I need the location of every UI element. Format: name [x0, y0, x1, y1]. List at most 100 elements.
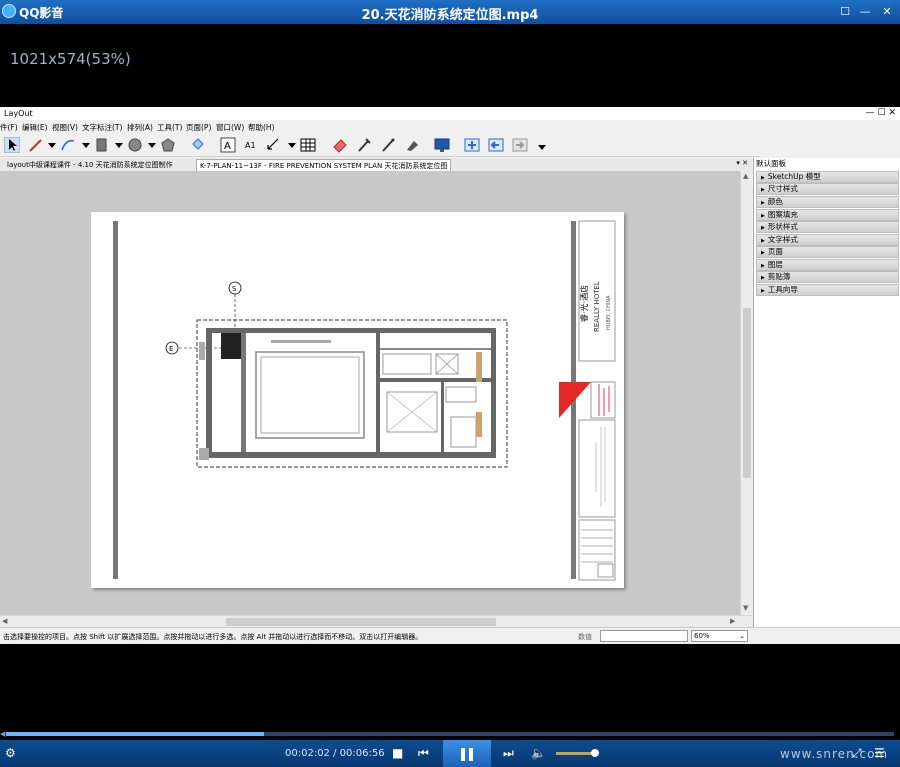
add-page-icon[interactable] — [464, 137, 480, 153]
tab-fire-prevention-plan[interactable]: K-7-PLAN-11~13F - FIRE PREVENTION SYSTEM… — [196, 159, 452, 171]
expand-triangle-icon: ▶ — [761, 275, 765, 281]
rectangle-dropdown-icon[interactable] — [111, 137, 127, 153]
line-tool-icon[interactable] — [28, 137, 44, 153]
playback-progress-bar[interactable] — [6, 732, 894, 736]
pause-icon-bar — [469, 748, 473, 761]
menu-tools[interactable]: 工具(T) — [157, 122, 182, 133]
expand-triangle-icon: ▶ — [761, 250, 765, 256]
menu-pages[interactable]: 页面(P) — [186, 122, 211, 133]
vertical-scrollbar[interactable]: ▲ ▼ — [740, 171, 752, 615]
dimension-tool-icon[interactable] — [266, 137, 282, 153]
layout-menu-bar: 件(F) 编辑(E) 视图(V) 文字标注(T) 排列(A) 工具(T) 页面(… — [0, 120, 900, 133]
expand-triangle-icon: ▶ — [761, 238, 765, 244]
panel-item-pages[interactable]: ▶ 页面 — [756, 246, 899, 258]
horizontal-scroll-thumb[interactable] — [226, 618, 496, 626]
toolbar-overflow-icon[interactable] — [534, 137, 550, 153]
panel-item-instructor[interactable]: ▶ 工具向导 — [756, 284, 899, 296]
menu-help[interactable]: 帮助(H) — [248, 122, 275, 133]
horizontal-scrollbar[interactable]: ◀ ▶ — [0, 615, 752, 627]
panel-item-dimension-style[interactable]: ▶ 尺寸样式 — [756, 183, 899, 195]
panel-item-pattern-fill[interactable]: ▶ 图案填充 — [756, 209, 899, 221]
menu-text[interactable]: 文字标注(T) — [82, 122, 122, 133]
layout-window-controls[interactable]: — ☐ ✕ — [866, 108, 896, 118]
scroll-up-icon[interactable]: ▲ — [743, 172, 748, 180]
minimize-icon[interactable]: — — [858, 5, 872, 19]
menu-file[interactable]: 件(F) — [0, 122, 18, 133]
paint-bucket-icon[interactable] — [190, 137, 206, 153]
svg-text:A1: A1 — [245, 141, 256, 150]
dimension-dropdown-icon[interactable] — [284, 137, 300, 153]
hotel-name-en: REALLY HOTEL — [593, 281, 601, 332]
default-tray-panel: 默认面板 ▶ SketchUp 模型 ▶ 尺寸样式 ▶ 颜色 ▶ 图案填充 ▶ 形状样式 … — [753, 158, 900, 627]
expand-triangle-icon: ▶ — [761, 225, 765, 231]
menu-arrange[interactable]: 排列(A) — [127, 122, 153, 133]
measurements-input[interactable] — [600, 630, 688, 642]
panel-item-scrapbooks[interactable]: ▶ 剪贴簿 — [756, 271, 899, 283]
menu-view[interactable]: 视图(V) — [52, 122, 78, 133]
presentation-monitor-icon[interactable] — [434, 137, 450, 153]
grid-label-left: E — [169, 345, 173, 353]
grid-label-top: S — [232, 285, 237, 293]
line-dropdown-icon[interactable] — [44, 137, 60, 153]
chat-icon[interactable]: ☐ — [838, 5, 852, 19]
arc-tool-icon[interactable] — [60, 137, 76, 153]
video-area-top[interactable]: 1021x574(53%) — [0, 24, 900, 107]
table-tool-icon[interactable] — [300, 137, 316, 153]
scroll-left-icon[interactable]: ◀ — [2, 617, 7, 625]
layout-title-bar: LayOut — ☐ ✕ — [0, 107, 900, 120]
scroll-down-icon[interactable]: ▼ — [743, 604, 748, 612]
expand-triangle-icon: ▶ — [761, 288, 765, 294]
tab-controls[interactable]: ▾ ✕ — [736, 159, 748, 167]
next-page-icon[interactable] — [512, 137, 528, 153]
arc-dropdown-icon[interactable] — [78, 137, 94, 153]
tab-course-document[interactable]: layout中级课程课件 - 4.10 天花消防系统定位图制作 — [4, 159, 176, 171]
drawing-canvas[interactable]: 睿·光·酒店 REALLY HOTEL HUBEI, CHINA S E — [0, 171, 740, 615]
panel-item-text-style[interactable]: ▶ 文字样式 — [756, 234, 899, 246]
volume-knob[interactable] — [591, 749, 599, 757]
menu-edit[interactable]: 编辑(E) — [22, 122, 48, 133]
text-tool-icon[interactable]: A — [220, 137, 236, 153]
progress-start-marker: ◀ — [0, 730, 6, 738]
status-hint-text: 击选择要操控的项目。点按 Shift 以扩展选择范围。点按并拖动以进行多选。点按… — [3, 633, 423, 641]
paper-sheet[interactable]: 睿·光·酒店 REALLY HOTEL HUBEI, CHINA S E — [91, 212, 624, 588]
playlist-icon[interactable]: ☰ — [874, 746, 885, 760]
zoom-select[interactable]: 60% ⌄ — [691, 630, 748, 642]
panel-item-colors[interactable]: ▶ 颜色 — [756, 196, 899, 208]
settings-icon[interactable]: ⚙ — [5, 746, 16, 760]
stop-icon[interactable]: ■ — [392, 746, 403, 760]
volume-slider[interactable] — [556, 752, 596, 755]
panel-item-shape-style[interactable]: ▶ 形状样式 — [756, 221, 899, 233]
circle-tool-icon[interactable] — [127, 137, 143, 153]
join-tool-icon[interactable] — [404, 137, 420, 153]
scroll-right-icon[interactable]: ▶ — [730, 617, 735, 625]
layout-status-bar: 击选择要操控的项目。点按 Shift 以扩展选择范围。点按并拖动以进行多选。点按… — [0, 627, 900, 644]
panel-item-layers[interactable]: ▶ 图层 — [756, 259, 899, 271]
close-icon[interactable]: ✕ — [880, 5, 894, 19]
circle-dropdown-icon[interactable] — [144, 137, 160, 153]
video-area-bottom[interactable] — [0, 644, 900, 731]
split-tool-icon[interactable] — [380, 137, 396, 153]
zoom-dropdown-icon[interactable]: ⌄ — [739, 631, 745, 641]
vertical-scroll-thumb[interactable] — [743, 308, 751, 478]
rectangle-tool-icon[interactable] — [94, 137, 110, 153]
layout-toolbar: A A1 — [0, 133, 760, 157]
select-tool-icon[interactable] — [4, 137, 20, 153]
next-icon[interactable]: ⏭ — [503, 746, 514, 760]
label-tool-icon[interactable]: A1 — [243, 137, 259, 153]
document-tab-bar: layout中级课程课件 - 4.10 天花消防系统定位图制作 K-7-PLAN… — [0, 158, 752, 171]
fullscreen-icon[interactable]: ⤢ — [852, 746, 862, 760]
previous-icon[interactable]: ⏮ — [418, 746, 429, 760]
player-title-bar: QQ影音 20.天花消防系统定位图.mp4 ☐ — ✕ — [0, 0, 900, 24]
volume-icon[interactable]: 🔈 — [531, 746, 546, 760]
menu-window[interactable]: 窗口(W) — [216, 122, 244, 133]
floor-plan-drawing: 睿·光·酒店 REALLY HOTEL HUBEI, CHINA S E — [113, 220, 616, 581]
style-picker-icon[interactable] — [356, 137, 372, 153]
expand-triangle-icon: ▶ — [761, 200, 765, 206]
polygon-tool-icon[interactable] — [160, 137, 176, 153]
previous-page-icon[interactable] — [488, 137, 504, 153]
expand-triangle-icon: ▶ — [761, 263, 765, 269]
panel-item-sketchup-model[interactable]: ▶ SketchUp 模型 — [756, 171, 899, 183]
pause-button[interactable] — [443, 740, 491, 767]
playback-progress-fill — [6, 732, 264, 736]
eraser-tool-icon[interactable] — [332, 137, 348, 153]
